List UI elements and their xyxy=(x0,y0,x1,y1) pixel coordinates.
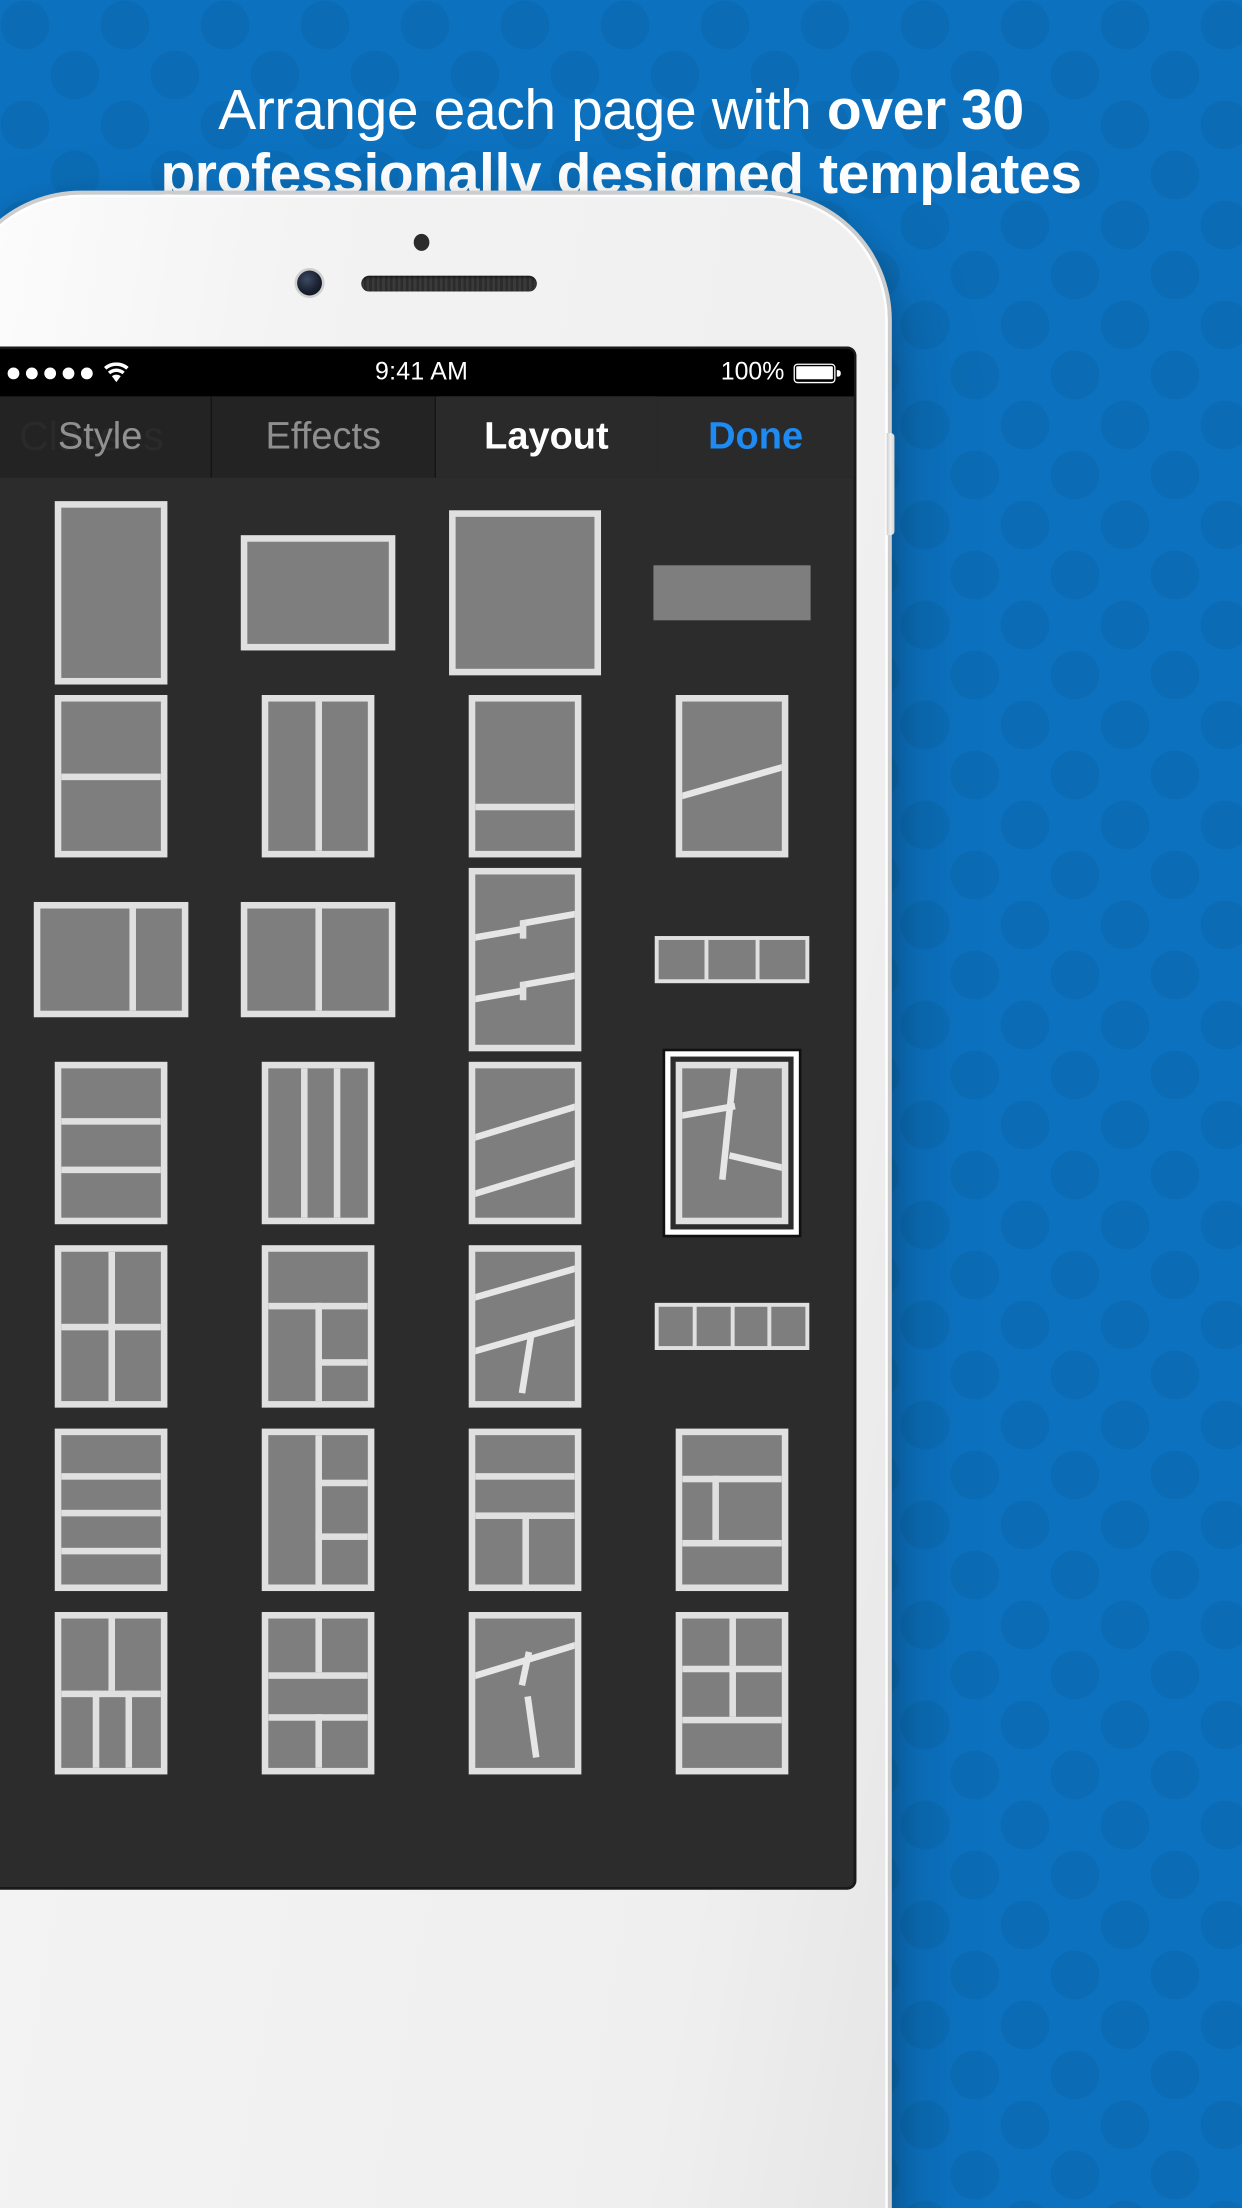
layout-template-left-col-right-three-stack[interactable] xyxy=(261,1428,375,1592)
done-button[interactable]: Done xyxy=(657,396,854,478)
template-row xyxy=(8,867,836,1052)
layout-template-single-wide-bar[interactable] xyxy=(653,565,811,621)
layout-template-landscape-two-columns-equal[interactable] xyxy=(240,901,396,1018)
template-row xyxy=(8,1602,836,1785)
battery-icon xyxy=(793,362,841,383)
layout-template-three-panes-angled[interactable] xyxy=(665,1051,799,1235)
layout-template-diagonal-complex[interactable] xyxy=(468,1612,582,1775)
layout-template-band-two-columns-band[interactable] xyxy=(675,1428,789,1592)
layout-template-two-rows-large-top[interactable] xyxy=(468,695,582,858)
headline-line1-regular: Arrange each page with xyxy=(218,78,827,142)
layout-template-bar-three-columns[interactable] xyxy=(654,936,810,984)
layout-template-three-columns-equal[interactable] xyxy=(261,1061,375,1225)
layout-template-two-top-three-bottom[interactable] xyxy=(54,1612,168,1775)
layout-template-two-columns-equal[interactable] xyxy=(261,695,375,858)
earpiece-speaker-icon xyxy=(361,275,537,292)
layout-template-three-rows-equal[interactable] xyxy=(54,1061,168,1225)
status-bar: 9:41 AM 100% xyxy=(0,349,854,397)
layout-template-two-band-two[interactable] xyxy=(261,1612,375,1775)
iphone-device: 9:41 AM 100% Classes Style Effects Layou… xyxy=(0,194,895,2208)
layout-template-two-rows-equal[interactable] xyxy=(54,695,168,858)
tab-effects[interactable]: Effects xyxy=(212,396,436,478)
template-row xyxy=(8,501,836,685)
layout-template-grid[interactable] xyxy=(0,477,854,1888)
layout-template-two-rows-bottom-two-columns[interactable] xyxy=(468,1428,582,1592)
layout-template-landscape-two-columns-uneven[interactable] xyxy=(33,901,189,1018)
tab-layout[interactable]: Layout xyxy=(435,396,658,478)
layout-template-three-rows-zigzag[interactable] xyxy=(468,867,582,1052)
layout-template-two-by-two-grid[interactable] xyxy=(54,1245,168,1408)
tab-layout-label: Layout xyxy=(484,415,609,458)
layout-template-single-square[interactable] xyxy=(449,510,602,676)
layout-template-three-rows-diagonal[interactable] xyxy=(468,1061,582,1225)
tab-effects-label: Effects xyxy=(265,415,382,458)
editor-tab-bar: Classes Style Effects Layout Done xyxy=(0,396,854,478)
layout-template-top-band-left-col-right-stack[interactable] xyxy=(261,1245,375,1408)
page-title: Arrange each page with over 30 professio… xyxy=(0,78,1242,207)
layout-template-four-rows-equal[interactable] xyxy=(54,1428,168,1592)
layout-template-single-portrait[interactable] xyxy=(54,501,168,685)
template-row xyxy=(8,685,836,868)
status-bar-right: 100% xyxy=(720,358,841,387)
template-row xyxy=(8,1235,836,1418)
layout-template-single-landscape[interactable] xyxy=(240,535,396,651)
power-button[interactable] xyxy=(886,433,895,536)
phone-screen: 9:41 AM 100% Classes Style Effects Layou… xyxy=(0,349,854,1888)
layout-template-bar-four-columns[interactable] xyxy=(654,1302,810,1350)
layout-template-two-rows-diagonal[interactable] xyxy=(675,695,789,858)
front-camera-icon xyxy=(297,270,322,296)
tab-style-label: Style xyxy=(57,415,143,458)
proximity-sensor-icon xyxy=(413,233,430,251)
tab-style[interactable]: Classes Style xyxy=(0,396,213,478)
layout-template-diagonal-bands-split[interactable] xyxy=(468,1245,582,1408)
template-row xyxy=(8,1051,836,1235)
headline-line1-bold: over 30 xyxy=(826,78,1024,142)
battery-percent-label: 100% xyxy=(720,358,785,386)
done-button-label: Done xyxy=(708,415,804,458)
layout-template-two-two-band[interactable] xyxy=(675,1612,789,1775)
template-row xyxy=(8,1418,836,1601)
